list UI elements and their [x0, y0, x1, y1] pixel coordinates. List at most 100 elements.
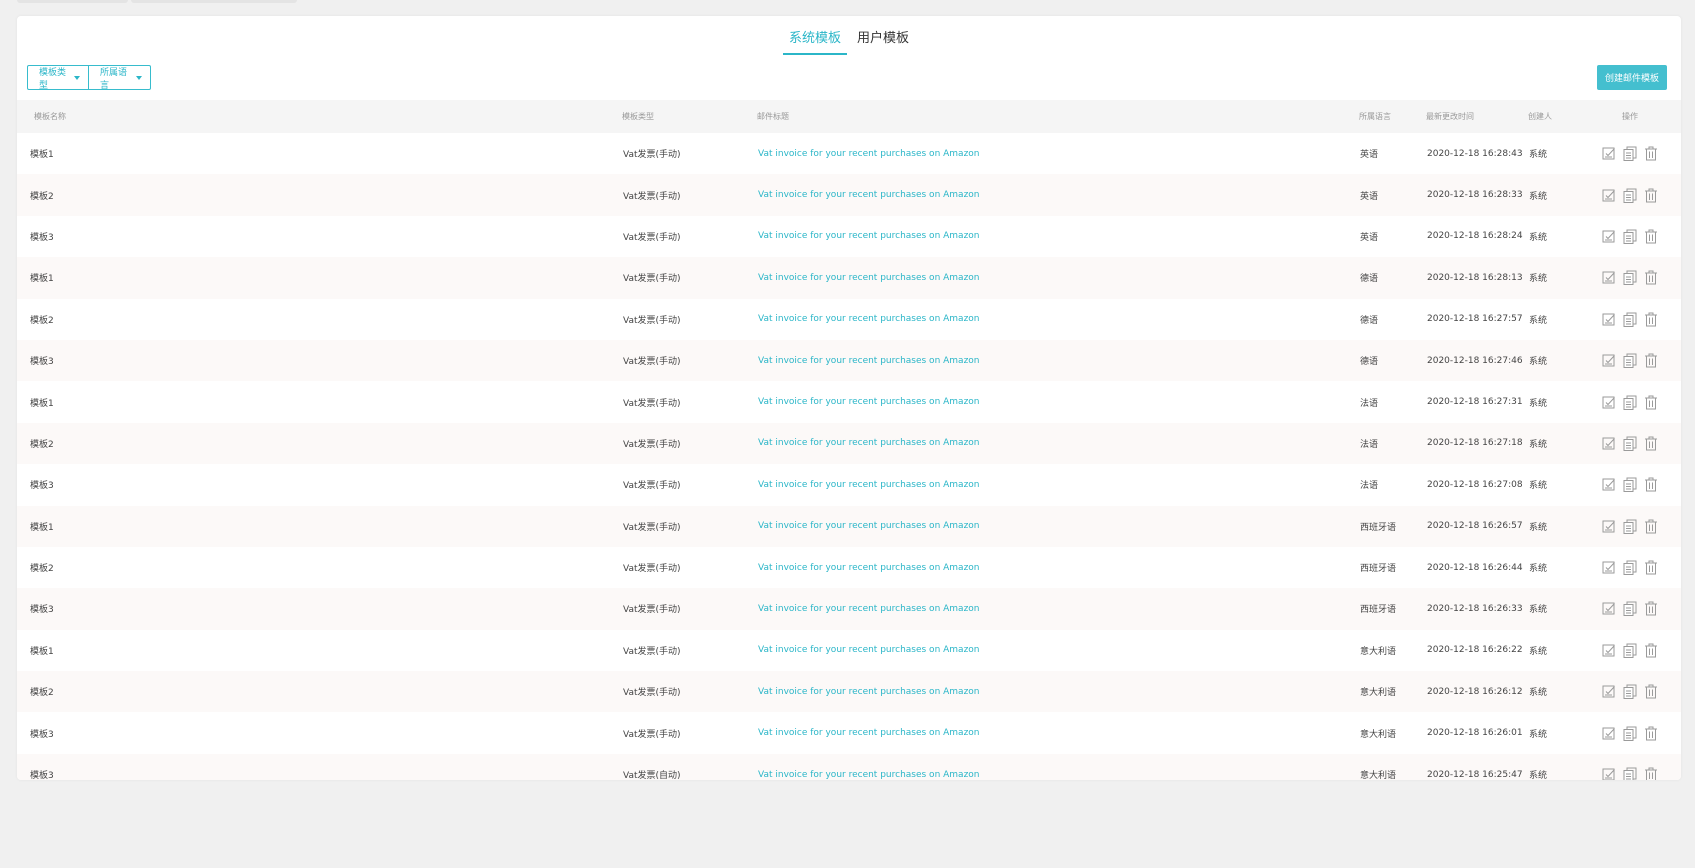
table-row: 模板3 Vat发票(手动) Vat invoice for your recent …: [17, 588, 1681, 630]
cell-updated: 2020-12-18 16:27:31: [1427, 397, 1523, 408]
cell-subject[interactable]: Vat invoice for your recent purchases on…: [758, 174, 980, 215]
cell-subject[interactable]: Vat invoice for your recent purchases on…: [758, 547, 980, 588]
delete-icon[interactable]: [1644, 270, 1658, 285]
table-row: 模板2 Vat发票(手动) Vat invoice for your recent …: [17, 422, 1681, 465]
cell-subject[interactable]: Vat invoice for your recent purchases on…: [758, 506, 980, 547]
template-tabs: 系统模板 用户模板: [17, 30, 1681, 55]
edit-icon[interactable]: [1602, 477, 1616, 492]
cell-subject[interactable]: Vat invoice for your recent purchases on…: [758, 630, 980, 671]
copy-icon[interactable]: [1623, 353, 1637, 369]
delete-icon[interactable]: [1644, 560, 1658, 575]
cell-subject[interactable]: Vat invoice for your recent purchases on…: [758, 588, 980, 629]
cell-updated: 2020-12-18 16:26:57: [1427, 521, 1523, 532]
copy-icon[interactable]: [1623, 726, 1637, 741]
table-row: 模板3 Vat发票(手动) Vat invoice for your recent …: [17, 339, 1681, 382]
column-header-subject: 邮件标题: [757, 112, 789, 121]
edit-icon[interactable]: [1602, 188, 1616, 203]
edit-icon[interactable]: [1602, 519, 1616, 534]
cell-name: 模板1: [30, 398, 54, 409]
tab-user-templates[interactable]: 用户模板: [851, 30, 915, 55]
edit-icon[interactable]: [1602, 353, 1616, 368]
edit-icon[interactable]: [1602, 560, 1616, 575]
copy-icon[interactable]: [1623, 684, 1637, 700]
delete-icon[interactable]: [1644, 643, 1658, 658]
cell-subject[interactable]: Vat invoice for your recent purchases on…: [758, 423, 980, 464]
delete-icon[interactable]: [1644, 146, 1658, 161]
row-actions: [1602, 754, 1658, 780]
cell-name: 模板3: [30, 605, 54, 616]
copy-icon[interactable]: [1623, 229, 1637, 244]
edit-icon[interactable]: [1602, 726, 1616, 741]
cell-language: 意大利语: [1360, 646, 1397, 657]
delete-icon[interactable]: [1644, 601, 1658, 616]
table-row: 模板1 Vat发票(手动) Vat invoice for your recent …: [17, 630, 1681, 671]
copy-icon[interactable]: [1623, 477, 1637, 493]
copy-icon[interactable]: [1623, 767, 1637, 780]
cell-subject[interactable]: Vat invoice for your recent purchases on…: [758, 299, 980, 340]
delete-icon[interactable]: [1644, 684, 1658, 699]
column-header-updated: 最新更改时间: [1426, 112, 1474, 121]
delete-icon[interactable]: [1644, 519, 1658, 534]
edit-icon[interactable]: [1602, 684, 1616, 699]
cell-name: 模板3: [30, 729, 54, 740]
cell-updated: 2020-12-18 16:27:18: [1427, 438, 1523, 449]
delete-icon[interactable]: [1644, 353, 1658, 368]
delete-icon[interactable]: [1644, 395, 1658, 410]
template-type-filter[interactable]: 模板类型: [27, 65, 89, 91]
edit-icon[interactable]: [1602, 643, 1616, 658]
cell-subject[interactable]: Vat invoice for your recent purchases on…: [758, 381, 980, 422]
filter-group: 模板类型 所属语言: [27, 65, 151, 91]
cell-language: 意大利语: [1360, 729, 1397, 740]
copy-icon[interactable]: [1623, 643, 1637, 658]
cell-language: 法语: [1360, 481, 1379, 492]
cell-language: 英语: [1360, 150, 1379, 161]
delete-icon[interactable]: [1644, 312, 1658, 327]
copy-icon[interactable]: [1623, 601, 1637, 617]
copy-icon[interactable]: [1623, 395, 1637, 410]
cell-name: 模板3: [30, 481, 54, 492]
table-row: 模板2 Vat发票(手动) Vat invoice for your recent …: [17, 299, 1681, 340]
delete-icon[interactable]: [1644, 229, 1658, 244]
edit-icon[interactable]: [1602, 146, 1616, 161]
edit-icon[interactable]: [1602, 601, 1616, 616]
copy-icon[interactable]: [1623, 146, 1637, 162]
delete-icon[interactable]: [1644, 726, 1658, 741]
cell-subject[interactable]: Vat invoice for your recent purchases on…: [758, 133, 980, 174]
language-filter[interactable]: 所属语言: [89, 65, 151, 91]
create-email-template-button[interactable]: 创建邮件模板: [1597, 65, 1667, 90]
tab-system-templates[interactable]: 系统模板: [782, 30, 847, 55]
delete-icon[interactable]: [1644, 436, 1658, 451]
delete-icon[interactable]: [1644, 767, 1658, 780]
edit-icon[interactable]: [1602, 767, 1616, 780]
cell-subject[interactable]: Vat invoice for your recent purchases on…: [758, 257, 980, 298]
cell-subject[interactable]: Vat invoice for your recent purchases on…: [758, 216, 980, 257]
cell-language: 西班牙语: [1360, 564, 1397, 575]
table-body: 模板1 Vat发票(手动) Vat invoice for your recent …: [17, 133, 1681, 780]
copy-icon[interactable]: [1623, 519, 1637, 534]
cell-type: Vat发票(自动): [623, 771, 681, 780]
cell-subject[interactable]: Vat invoice for your recent purchases on…: [758, 671, 980, 712]
cell-subject[interactable]: Vat invoice for your recent purchases on…: [758, 712, 980, 753]
delete-icon[interactable]: [1644, 188, 1658, 203]
cell-subject[interactable]: Vat invoice for your recent purchases on…: [758, 754, 980, 780]
copy-icon[interactable]: [1623, 560, 1637, 576]
edit-icon[interactable]: [1602, 395, 1616, 410]
cell-language: 法语: [1360, 398, 1379, 409]
edit-icon[interactable]: [1602, 229, 1616, 244]
copy-icon[interactable]: [1623, 436, 1637, 451]
copy-icon[interactable]: [1623, 188, 1637, 203]
cell-subject[interactable]: Vat invoice for your recent purchases on…: [758, 340, 980, 381]
delete-icon[interactable]: [1644, 477, 1658, 492]
cell-language: 德语: [1360, 315, 1379, 326]
copy-icon[interactable]: [1623, 270, 1637, 286]
edit-icon[interactable]: [1602, 312, 1616, 327]
copy-icon[interactable]: [1623, 312, 1637, 327]
cell-creator: 系统: [1529, 688, 1548, 699]
edit-icon[interactable]: [1602, 270, 1616, 285]
cell-creator: 系统: [1529, 729, 1548, 740]
cell-updated: 2020-12-18 16:26:01: [1427, 728, 1523, 739]
cell-updated: 2020-12-18 16:27:46: [1427, 355, 1523, 366]
cell-subject[interactable]: Vat invoice for your recent purchases on…: [758, 464, 980, 505]
table-row: 模板2 Vat发票(手动) Vat invoice for your recent …: [17, 671, 1681, 713]
edit-icon[interactable]: [1602, 436, 1616, 451]
